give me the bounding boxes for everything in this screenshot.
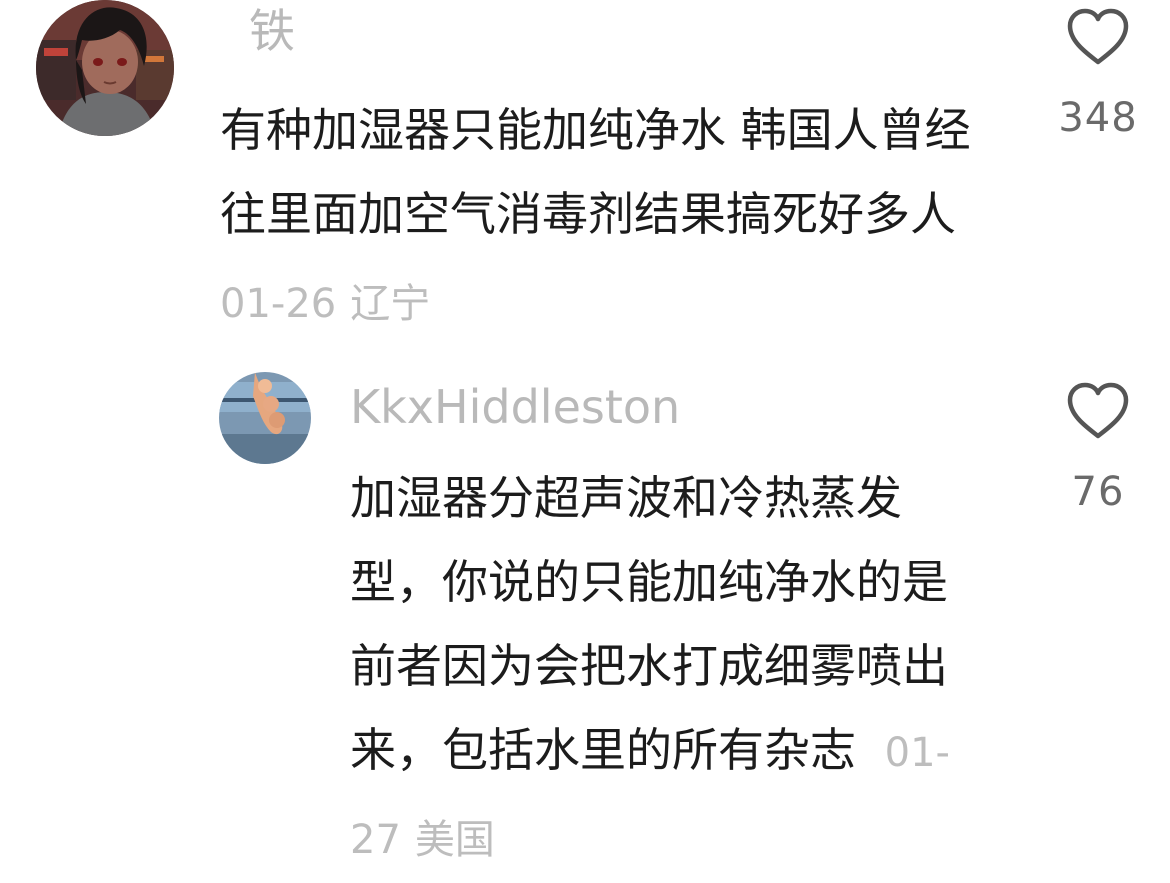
comment-text: 有种加湿器只能加纯净水 韩国人曾经往里面加空气消毒剂结果搞死好多人 [220,103,971,241]
user-avatar[interactable] [36,0,174,136]
photo-avatar-icon [219,372,311,464]
like-button[interactable]: 76 [1048,382,1148,512]
like-count: 76 [1071,469,1125,515]
user-avatar[interactable] [219,372,311,464]
comment-body: 有种加湿器只能加纯净水 韩国人曾经往里面加空气消毒剂结果搞死好多人 01-26 辽… [220,88,1005,346]
heart-outline-icon [1067,8,1129,65]
comment-location: 辽宁 [350,281,431,327]
comment-thread: 铁 有种加湿器只能加纯净水 韩国人曾经往里面加空气消毒剂结果搞死好多人 01-2… [0,0,1170,883]
like-button[interactable]: 348 [1048,8,1148,138]
heart-outline-icon [1067,382,1129,439]
like-count: 348 [1058,95,1138,141]
comment-username[interactable]: 铁 [249,8,295,54]
reply-text: 加湿器分超声波和冷热蒸发型，你说的只能加纯净水的是前者因为会把水打成细雾喷出来，… [350,471,948,777]
reply-username[interactable]: KkxHiddleston [350,384,680,430]
anime-character-avatar-icon [36,0,174,136]
reply-location: 美国 [414,817,495,863]
reply-body: 加湿器分超声波和冷热蒸发型，你说的只能加纯净水的是前者因为会把水打成细雾喷出来，… [350,456,950,882]
comment-date: 01-26 [220,281,337,327]
